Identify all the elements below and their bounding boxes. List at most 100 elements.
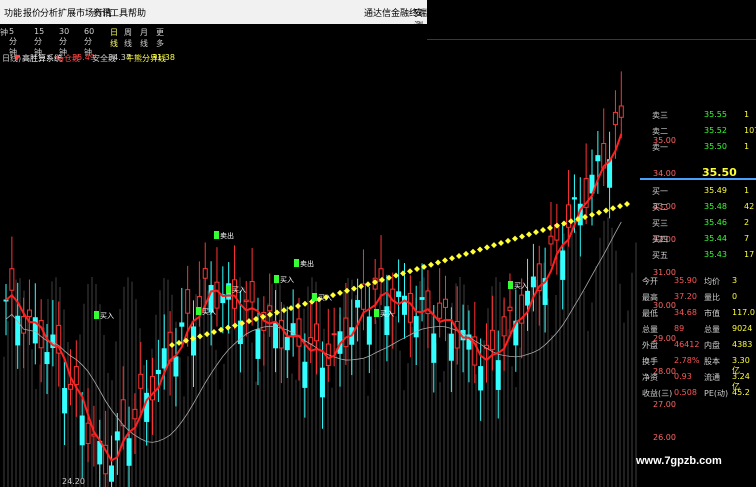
diamond-marker	[295, 302, 301, 309]
candle-body	[9, 268, 15, 291]
diamond-marker	[596, 209, 602, 216]
candle-body	[132, 408, 138, 420]
level-name: 卖一	[652, 143, 668, 152]
candle-body	[366, 316, 372, 345]
stat-label: 净资	[642, 373, 658, 382]
level-volume: 2	[744, 218, 750, 227]
watermark: www.7gpzb.com	[636, 455, 722, 467]
tab-more[interactable]: 更多	[156, 27, 164, 49]
menu-item-function[interactable]: 功能	[4, 6, 22, 19]
candles	[3, 71, 624, 487]
level-name: 卖三	[652, 111, 668, 120]
candle-body	[566, 204, 572, 228]
level-volume: 7	[744, 234, 750, 243]
level-price: 35.46	[704, 218, 727, 227]
candle-body	[443, 298, 448, 308]
menu-item-help[interactable]: 帮助	[128, 6, 146, 19]
candle-body	[302, 361, 308, 388]
diamond-marker	[428, 261, 434, 268]
candle-body	[73, 366, 79, 386]
candle-body	[618, 105, 624, 118]
divider-line	[427, 39, 756, 40]
candle-body	[507, 306, 513, 312]
price-axis-tick: 34.00	[653, 169, 676, 178]
stat-value: 2.78%	[674, 356, 700, 365]
diamond-marker	[519, 233, 525, 240]
diamond-marker	[617, 203, 623, 210]
signal-arrow-icon	[374, 309, 379, 317]
candle-body	[343, 317, 349, 348]
stat-label: 最高	[642, 293, 658, 302]
menu-item-quote[interactable]: 报价	[23, 6, 41, 19]
candle-body	[396, 291, 402, 297]
low-price-label: 24.20	[62, 477, 85, 486]
candle-body	[79, 415, 85, 446]
diamond-marker	[337, 289, 343, 296]
signal-label: 买入	[202, 308, 216, 316]
stat-value-2: 3	[732, 276, 738, 285]
tab-weekly[interactable]: 周线	[124, 27, 132, 49]
level-price: 35.44	[704, 234, 727, 243]
candle-body	[489, 329, 495, 351]
price-axis-tick: 27.00	[653, 400, 676, 409]
menu-item-tools[interactable]: 工具	[110, 6, 128, 19]
candlestick-chart[interactable]: 买入 买入买入买入买入买入买入卖出卖出 24.20	[0, 60, 640, 487]
candle-body	[478, 366, 484, 391]
tab-daily[interactable]: 日线	[110, 27, 118, 49]
candle-body	[501, 316, 507, 337]
price-axis-tick: 26.00	[653, 433, 676, 442]
candle-body	[530, 276, 536, 288]
level-name: 卖二	[652, 127, 668, 136]
candle-body	[595, 155, 601, 162]
candle-body	[243, 299, 249, 303]
candle-body	[249, 281, 255, 303]
menu-item-news[interactable]: 资讯	[93, 6, 111, 19]
candle-body	[437, 302, 443, 319]
signal-arrow-icon	[312, 293, 317, 301]
level-name: 买五	[652, 251, 668, 260]
candle-body	[120, 399, 126, 427]
candle-body	[44, 352, 50, 365]
stat-label-2: 股本	[704, 357, 720, 366]
stat-label: 收益(三)	[642, 389, 673, 398]
diamond-marker	[624, 200, 630, 207]
candle-body	[15, 315, 21, 346]
menu-item-analysis[interactable]: 分析	[40, 6, 58, 19]
level-volume: 1	[744, 142, 750, 151]
stat-label-2: 市值	[704, 309, 720, 318]
level-volume: 17	[744, 250, 755, 259]
candle-body	[21, 315, 27, 334]
signal-label: 买入	[380, 310, 394, 318]
candle-body	[355, 300, 361, 308]
diamond-marker	[589, 211, 595, 218]
stat-value: 35.90	[674, 276, 697, 285]
candle-body	[179, 322, 185, 327]
diamond-marker	[540, 226, 546, 233]
diamond-marker	[435, 259, 441, 266]
candle-body	[278, 319, 284, 349]
stat-value: 0.508	[674, 388, 697, 397]
candle-body	[548, 235, 554, 245]
level-volume: 107	[744, 126, 756, 135]
level-name: 买一	[652, 187, 668, 196]
candle-body	[161, 348, 167, 369]
diamond-marker	[498, 240, 504, 247]
diamond-marker	[533, 229, 539, 236]
menu-bar: 功能 报价 分析 扩展市场行情 资讯 工具 帮助 通达信金融终端 安测	[0, 0, 427, 32]
diamond-marker	[491, 242, 497, 249]
signal-arrow-icon	[294, 259, 299, 267]
candle-body	[214, 281, 220, 309]
level-price: 35.49	[704, 186, 727, 195]
level-price: 35.52	[704, 126, 727, 135]
candle-body	[3, 299, 9, 302]
signal-arrow-icon	[274, 275, 279, 283]
diamond-marker	[582, 213, 588, 220]
signal-label: 买入	[232, 286, 246, 294]
tab-minute[interactable]: 钟	[0, 27, 8, 38]
stat-label-2: 内盘	[704, 341, 720, 350]
diamond-marker	[393, 272, 399, 279]
stat-value: 46412	[674, 340, 700, 349]
stat-value-2: 4383	[732, 340, 753, 349]
signal-label: 买入	[514, 282, 528, 290]
tab-monthly[interactable]: 月线	[140, 27, 148, 49]
